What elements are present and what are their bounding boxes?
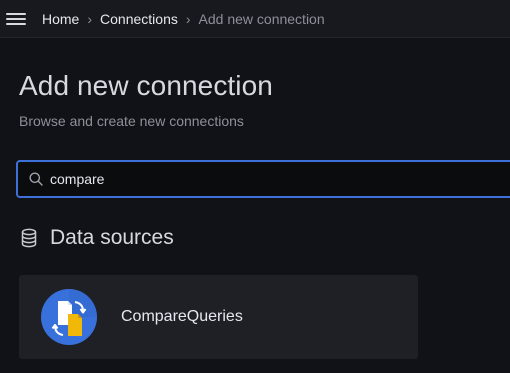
page-subtitle: Browse and create new connections xyxy=(19,113,244,129)
menu-icon[interactable] xyxy=(6,11,26,27)
database-icon xyxy=(21,227,39,249)
search-icon xyxy=(28,171,44,187)
top-bar: Home › Connections › Add new connection xyxy=(0,0,510,38)
breadcrumb: Home › Connections › Add new connection xyxy=(42,11,325,27)
search-input[interactable] xyxy=(50,171,470,187)
search-box[interactable] xyxy=(16,160,510,198)
breadcrumb-current: Add new connection xyxy=(198,10,325,27)
chevron-right-icon: › xyxy=(87,10,93,27)
section-title: Data sources xyxy=(50,226,174,249)
compare-queries-logo xyxy=(41,289,97,345)
page-title: Add new connection xyxy=(19,70,273,101)
section-header: Data sources xyxy=(21,226,174,250)
breadcrumb-connections[interactable]: Connections xyxy=(100,11,178,27)
datasource-name: CompareQueries xyxy=(121,308,243,325)
datasource-card-comparequeries[interactable]: CompareQueries xyxy=(19,275,418,359)
breadcrumb-home[interactable]: Home xyxy=(42,11,79,27)
chevron-right-icon: › xyxy=(185,10,191,27)
